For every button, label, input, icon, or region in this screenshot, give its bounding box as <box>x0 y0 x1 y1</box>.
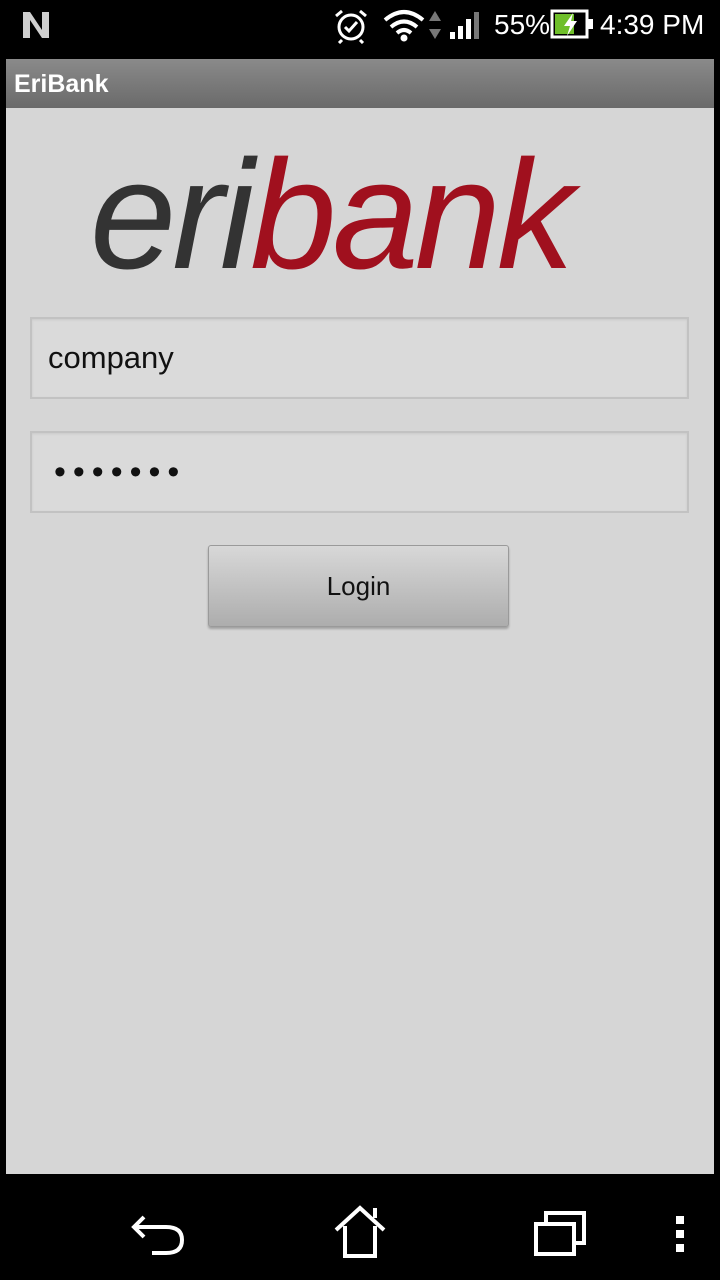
clock: 4:39 PM <box>600 9 705 40</box>
eribank-logo: eribank <box>90 136 586 276</box>
battery-charging-icon <box>550 9 593 39</box>
alarm-icon <box>335 9 367 44</box>
recents-icon[interactable] <box>530 1208 590 1258</box>
username-field[interactable] <box>30 317 689 399</box>
app-title: EriBank <box>14 70 109 98</box>
home-icon[interactable] <box>330 1202 390 1260</box>
overflow-menu-icon[interactable] <box>672 1214 688 1254</box>
status-bar: 55% 4:39 PM <box>0 0 720 52</box>
signal-icon <box>450 12 479 39</box>
username-input[interactable] <box>32 319 687 397</box>
password-field[interactable]: ••••••• <box>30 431 689 513</box>
login-button[interactable]: Login <box>208 545 509 627</box>
navigation-bar <box>0 1174 720 1280</box>
action-bar: EriBank <box>6 59 714 108</box>
password-input[interactable]: ••••••• <box>54 455 186 489</box>
battery-percent: 55% <box>494 9 551 40</box>
wifi-icon <box>383 10 425 42</box>
svg-text:eribank: eribank <box>90 136 582 276</box>
login-screen: eribank ••••••• Login <box>6 108 714 1174</box>
back-icon[interactable] <box>130 1207 190 1257</box>
data-activity-icon <box>429 11 441 39</box>
n-notification-icon <box>23 12 49 38</box>
